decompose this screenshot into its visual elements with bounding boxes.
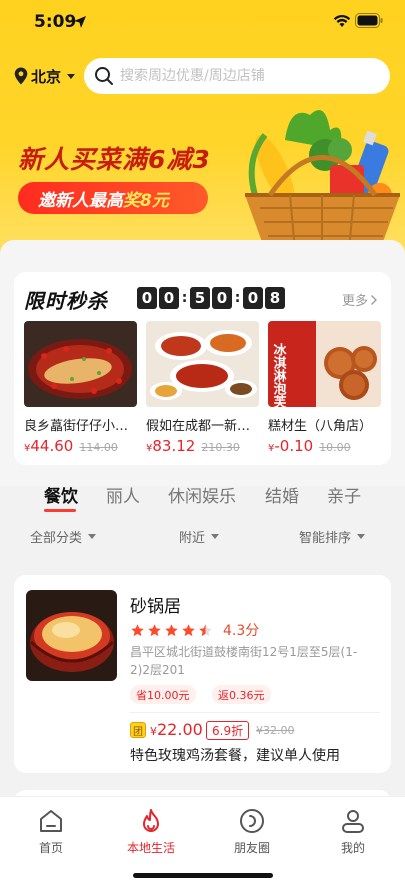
tab-label: 朋友圈 [233,841,270,855]
tab-friends-circle[interactable]: 朋友圈 [222,807,282,856]
shop-rating: 4.3分 [130,620,259,640]
star-half-icon [199,623,212,636]
friends-circle-icon [240,809,264,833]
divider [130,712,380,713]
shop-name: 砂锅居 [130,597,181,617]
chevron-down-icon [67,73,76,79]
wifi-icon [333,14,351,27]
search-input[interactable] [120,68,370,84]
banner-subtitle-highlight: 奖8元 [123,190,169,211]
deal-image [146,321,259,407]
home-icon [40,810,62,832]
deal-image-text: 冰淇淋泡芙 [271,342,287,407]
star-icon [131,623,144,636]
city-name: 北京 [31,67,62,86]
flash-deal-item[interactable]: 良乡藠街仔仔小… ¥44.60 114.00 [24,321,137,455]
group-price: ¥22.00 [150,720,203,739]
star-icon [182,623,195,636]
flash-sale-title: 限时秒杀 [24,289,108,313]
tab-label: 我的 [340,841,365,855]
deal-image: 冰淇淋泡芙 [268,321,381,409]
filter-sort[interactable]: 智能排序 [299,527,366,546]
flame-icon [143,809,159,832]
filter-category[interactable]: 全部分类 [30,527,97,546]
discount-badge: 6.9折 [206,721,250,740]
flash-deal-item[interactable]: 假如在成都一新… ¥83.12 210.30 [146,321,259,455]
deal-name: 糕材生（八角店） [268,419,373,434]
battery-icon [355,13,383,28]
countdown-digit: 0 [159,287,179,309]
countdown-digit: 5 [190,287,210,309]
caret-down-icon [88,534,97,539]
deal-price: ¥83.12 [146,437,196,455]
deal-image [24,321,137,407]
tab-beauty[interactable]: 丽人 [106,482,140,507]
countdown-timer: 0 0 : 5 0 : 0 8 [136,287,286,309]
shop-address: 昌平区城北街道鼓楼南街12号1层至5层(1-2)2层201 [130,645,358,677]
home-indicator [133,873,273,878]
star-icon [165,623,178,636]
search-icon [95,67,113,85]
countdown-digit: 0 [137,287,157,309]
profile-icon [342,810,364,833]
deal-original-price: 210.30 [201,441,240,454]
filter-bar: 全部分类 附近 智能排序 [0,522,405,552]
tab-label: 本地生活 [126,841,175,855]
caret-down-icon [211,534,220,539]
invite-reward-pill[interactable]: 邀新人最高 奖8元 [18,182,208,214]
city-selector[interactable]: 北京 [14,64,76,88]
group-original-price: ¥32.00 [256,724,295,737]
search-bar[interactable] [84,58,390,94]
flash-sale-more-link[interactable]: 更多 [342,290,378,309]
status-bar: 5:09 [0,0,405,46]
tab-label: 首页 [38,841,63,855]
tab-profile[interactable]: 我的 [323,807,383,856]
countdown-digit: 0 [243,287,263,309]
rating-score: 4.3分 [223,623,260,639]
chevron-right-icon [371,294,377,305]
deal-name: 良乡藠街仔仔小… [24,419,129,434]
countdown-digit: 8 [265,287,285,309]
deal-price: ¥44.60 [24,437,74,455]
tab-parenting[interactable]: 亲子 [327,482,361,507]
banner-subtitle: 邀新人最高 [38,190,123,211]
flash-deal-item[interactable]: 冰淇淋泡芙 糕材生（八角店） ¥-0.10 10.00 [268,321,381,455]
countdown-digit: 0 [212,287,232,309]
category-tabs: 餐饮 丽人 休闲娱乐 结婚 亲子 [0,476,405,516]
location-pin-icon [14,67,28,85]
group-buy-badge: 团 [130,722,146,738]
filter-distance[interactable]: 附近 [179,527,220,546]
deal-price: ¥-0.10 [268,437,314,455]
more-label: 更多 [342,294,369,309]
tab-catering[interactable]: 餐饮 [44,482,78,507]
active-tab-indicator [44,509,76,512]
cashback-tag: 返0.36元 [212,685,271,704]
location-arrow-icon [74,16,86,28]
deal-original-price: 114.00 [79,441,118,454]
group-deal-description[interactable]: 特色玫瑰鸡汤套餐，建议单人使用 [130,745,340,765]
caret-down-icon [357,534,366,539]
status-time: 5:09 [34,12,77,32]
deal-original-price: 10.00 [319,441,351,454]
tab-local-life[interactable]: 本地生活 [121,807,181,856]
savings-tag: 省10.00元 [130,685,196,704]
vegetable-basket-illustration [245,110,400,251]
deal-name: 假如在成都一新… [146,419,251,434]
shop-image [26,590,117,681]
tab-home[interactable]: 首页 [21,807,81,856]
star-icon [148,623,161,636]
tab-leisure[interactable]: 休闲娱乐 [168,482,236,507]
tab-wedding[interactable]: 结婚 [265,482,299,507]
banner-title: 新人买菜满6减3 [18,145,211,174]
